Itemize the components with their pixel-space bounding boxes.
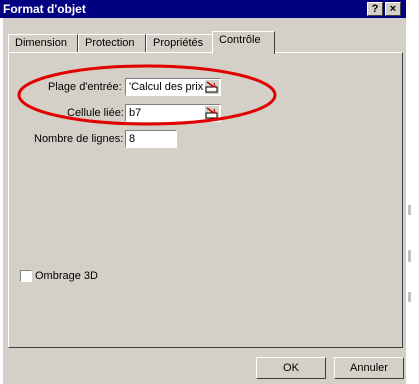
tab-control[interactable]: Contrôle: [212, 31, 275, 54]
highlight-oval: [17, 64, 277, 126]
help-button[interactable]: ?: [367, 2, 383, 16]
lines-count-field[interactable]: 8: [125, 130, 177, 148]
background-strip-left: [0, 18, 3, 384]
ok-button-label: OK: [283, 362, 299, 374]
tab-label: Dimension: [15, 37, 67, 49]
tab-label: Propriétés: [153, 37, 204, 49]
shading-3d-checkbox[interactable]: [20, 270, 32, 282]
tab-label: Contrôle: [219, 34, 261, 46]
cancel-button[interactable]: Annuler: [334, 357, 404, 379]
tab-properties[interactable]: Propriétés: [146, 34, 215, 53]
help-icon: ?: [371, 3, 379, 15]
close-button[interactable]: ×: [385, 2, 401, 16]
background-mark: [408, 250, 411, 262]
format-object-dialog: Format d'objet ? × Dimension Protection …: [0, 0, 419, 384]
tab-dimension[interactable]: Dimension: [8, 34, 78, 53]
ok-button[interactable]: OK: [256, 357, 326, 379]
lines-count-value: 8: [129, 133, 136, 145]
title-bar: Format d'objet: [0, 0, 406, 18]
background-mark: [408, 292, 411, 302]
window-title: Format d'objet: [3, 2, 86, 16]
background-strip-right: [406, 0, 419, 384]
lines-count-label: Nombre de lignes:: [34, 133, 124, 145]
close-icon: ×: [389, 3, 397, 15]
tab-label: Protection: [85, 37, 135, 49]
cancel-button-label: Annuler: [350, 362, 388, 374]
tab-protection[interactable]: Protection: [78, 34, 146, 53]
background-mark: [408, 205, 411, 215]
shading-3d-label: Ombrage 3D: [35, 270, 98, 282]
